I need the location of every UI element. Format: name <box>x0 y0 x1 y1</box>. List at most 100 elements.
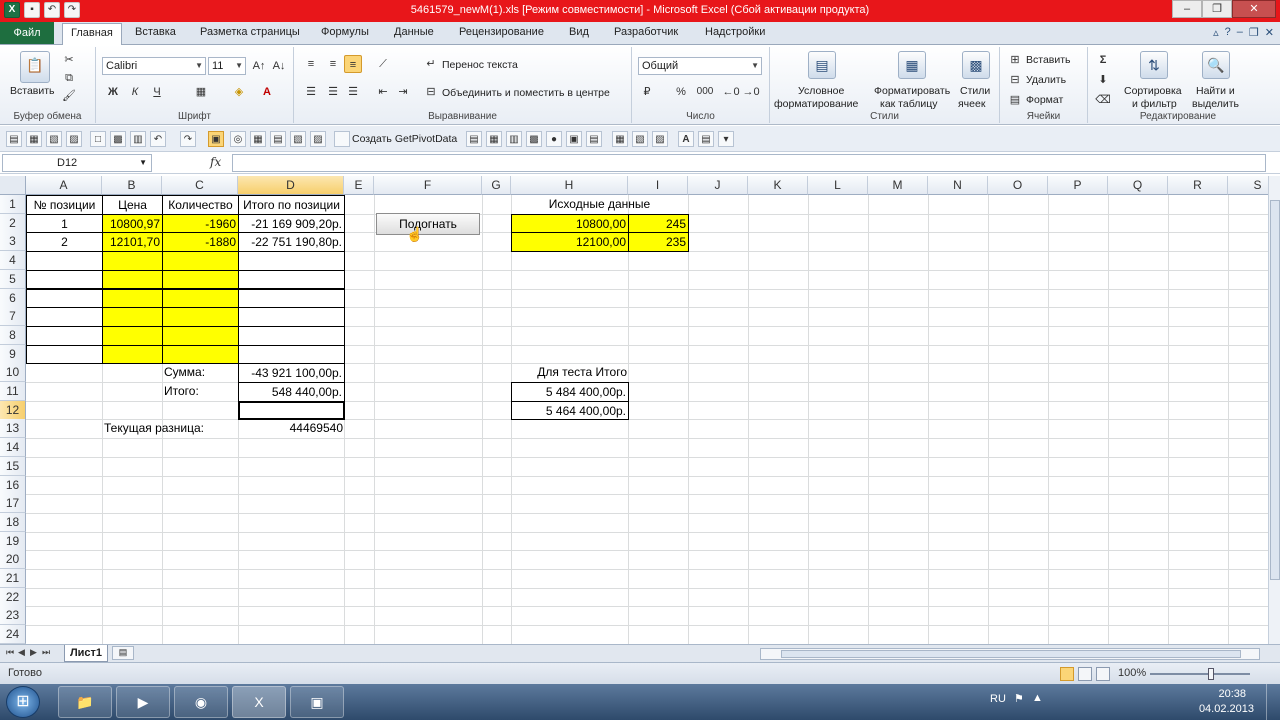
cell-h2[interactable]: 10800,00 <box>511 213 629 234</box>
tab-developer[interactable]: Разработчик <box>614 26 678 38</box>
column-header[interactable]: K <box>748 176 808 195</box>
new-sheet-icon[interactable]: ▤ <box>112 646 134 660</box>
cell-b4[interactable] <box>102 251 163 271</box>
delete-cells-icon[interactable]: ⊟ <box>1006 71 1024 89</box>
row-header[interactable]: 7 <box>0 307 26 327</box>
cell-a8[interactable] <box>26 325 103 346</box>
row-header[interactable]: 9 <box>0 344 26 364</box>
align-left-icon[interactable]: ☰ <box>302 83 320 101</box>
toolbar-icon[interactable]: ▨ <box>652 131 668 147</box>
row-header[interactable]: 1 <box>0 195 26 214</box>
italic-button[interactable]: К <box>126 83 144 101</box>
window-minimize-icon[interactable]: – <box>1237 26 1243 39</box>
cell-b8[interactable] <box>102 325 163 346</box>
prev-sheet-icon[interactable]: ◀ <box>18 647 25 658</box>
align-center-icon[interactable]: ☰ <box>324 83 342 101</box>
cell-a6[interactable] <box>26 288 103 309</box>
cell-c8[interactable] <box>162 325 239 346</box>
cell-b9[interactable] <box>102 344 163 365</box>
column-header[interactable]: J <box>688 176 748 195</box>
column-header[interactable]: D <box>238 176 344 195</box>
cell-d1[interactable]: Итого по позиции <box>238 195 345 215</box>
wrap-text-button[interactable]: Перенос текста <box>442 59 518 71</box>
cell-b2[interactable]: 10800,97 <box>102 213 163 234</box>
number-format-combo[interactable]: Общий ▼ <box>638 57 762 75</box>
toolbar-icon[interactable]: ▨ <box>66 131 82 147</box>
row-header[interactable]: 13 <box>0 419 26 439</box>
row-header[interactable]: 6 <box>0 288 26 308</box>
autosum-icon[interactable]: Σ <box>1094 51 1112 69</box>
borders-icon[interactable]: ▦ <box>192 83 210 101</box>
close-button[interactable]: ✕ <box>1232 0 1276 18</box>
align-right-icon[interactable]: ☰ <box>344 83 362 101</box>
decrease-indent-icon[interactable]: ⇤ <box>374 83 392 101</box>
explorer-icon[interactable]: 📁 <box>58 686 112 718</box>
toolbar-icon[interactable]: ▥ <box>506 131 522 147</box>
row-header[interactable]: 3 <box>0 232 26 252</box>
find-select-label2[interactable]: выделить <box>1192 98 1239 110</box>
clear-icon[interactable]: ⌫ <box>1094 91 1112 109</box>
app-taskbar-icon[interactable]: ▣ <box>290 686 344 718</box>
conditional-formatting-icon[interactable]: ▤ <box>808 51 836 79</box>
checkbox-icon[interactable] <box>334 131 350 147</box>
page-break-view-icon[interactable] <box>1096 667 1110 681</box>
clock-time[interactable]: 20:38 <box>1218 688 1246 700</box>
insert-cells-icon[interactable]: ⊞ <box>1006 51 1024 69</box>
tab-addins[interactable]: Надстройки <box>705 26 765 38</box>
spreadsheet-grid[interactable]: ABCDEFGHIJKLMNOPQRS 1 2 3 4 5 6 7 8 9 10 11 12 13 14 1… <box>0 176 1268 644</box>
ribbon-minimize-icon[interactable]: ▵ <box>1213 26 1219 39</box>
align-middle-icon[interactable]: ≡ <box>324 55 342 73</box>
row-header[interactable]: 15 <box>0 456 26 476</box>
row-header[interactable]: 20 <box>0 550 26 570</box>
media-player-icon[interactable]: ▶ <box>116 686 170 718</box>
cell-c9[interactable] <box>162 344 239 365</box>
format-painter-icon[interactable]: 🖌 <box>60 87 78 105</box>
column-header[interactable]: I <box>628 176 688 195</box>
cell-c1[interactable]: Количество <box>162 195 239 215</box>
lock-icon[interactable]: ▣ <box>208 131 224 147</box>
cell-c2[interactable]: -1960 <box>162 213 239 234</box>
toolbar-icon[interactable]: ▧ <box>290 131 306 147</box>
fill-color-icon[interactable]: ◈ <box>230 83 248 101</box>
cell-a5[interactable] <box>26 269 103 290</box>
zoom-slider-knob[interactable] <box>1208 668 1214 680</box>
horizontal-scrollbar[interactable] <box>760 648 1260 660</box>
cell-c4[interactable] <box>162 251 239 271</box>
toolbar-icon[interactable]: ▣ <box>566 131 582 147</box>
find-select-label[interactable]: Найти и <box>1196 85 1235 97</box>
bold-button[interactable]: Ж <box>104 83 122 101</box>
toolbar-icon[interactable]: ● <box>546 131 562 147</box>
tab-review[interactable]: Рецензирование <box>459 26 544 38</box>
sheet-tab[interactable]: Лист1 <box>64 645 108 662</box>
sort-filter-label2[interactable]: и фильтр <box>1132 98 1177 110</box>
underline-button[interactable]: Ч <box>148 83 166 101</box>
wrap-text-icon[interactable]: ↵ <box>422 55 440 73</box>
cell-a7[interactable] <box>26 307 103 327</box>
formula-input[interactable] <box>232 154 1266 172</box>
column-header[interactable]: O <box>988 176 1048 195</box>
cell-a3[interactable]: 2 <box>26 232 103 253</box>
column-header[interactable]: F <box>374 176 482 195</box>
cell-i3[interactable]: 235 <box>628 232 689 253</box>
toolbar-icon[interactable]: ▦ <box>26 131 42 147</box>
toolbar-icon[interactable]: ▧ <box>46 131 62 147</box>
macro-button[interactable]: Подогнать <box>376 213 480 235</box>
tab-formulas[interactable]: Формулы <box>321 26 369 38</box>
format-as-table-label2[interactable]: как таблицу <box>880 98 938 110</box>
cell-d5[interactable] <box>238 269 345 290</box>
tab-data[interactable]: Данные <box>394 26 434 38</box>
find-select-icon[interactable]: 🔍 <box>1202 51 1230 79</box>
column-header[interactable]: R <box>1168 176 1228 195</box>
fill-icon[interactable]: ⬇ <box>1094 71 1112 89</box>
show-desktop-button[interactable] <box>1266 684 1280 720</box>
merge-center-icon[interactable]: ⊟ <box>422 83 440 101</box>
toolbar-icon[interactable]: ▦ <box>250 131 266 147</box>
toolbar-icon[interactable]: ▦ <box>612 131 628 147</box>
cell-a2[interactable]: 1 <box>26 213 103 234</box>
firefox-icon[interactable]: ◉ <box>174 686 228 718</box>
minimize-button[interactable]: – <box>1172 0 1202 18</box>
toolbar-icon[interactable]: ▤ <box>466 131 482 147</box>
decrease-decimal-icon[interactable]: →0 <box>742 83 760 101</box>
toolbar-icon[interactable]: ▩ <box>110 131 126 147</box>
cell-d7[interactable] <box>238 307 345 327</box>
